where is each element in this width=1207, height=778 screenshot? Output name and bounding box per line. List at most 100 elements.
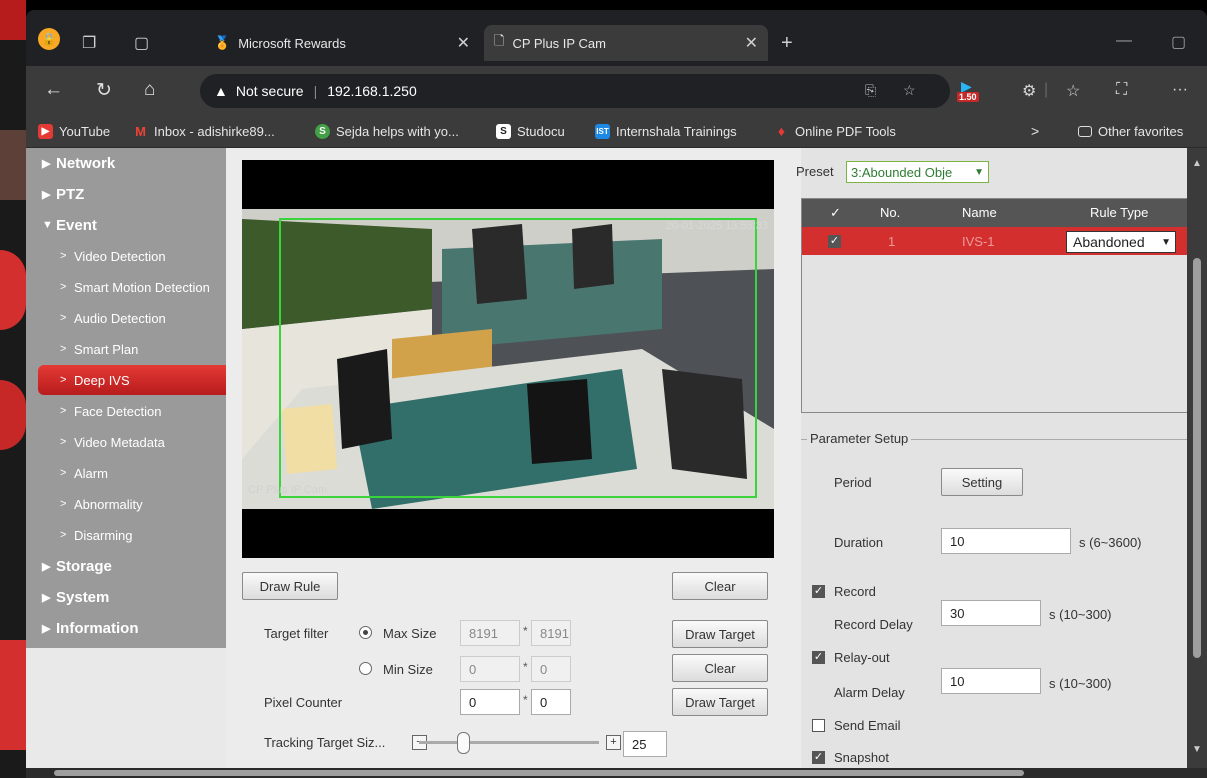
video-preview[interactable]: 20-01-2025 13:55:33 CP Plus IP Cam <box>242 160 774 558</box>
other-favorites[interactable]: Other favorites <box>1078 124 1183 139</box>
tracking-slider-track[interactable] <box>419 741 599 744</box>
sidebar-item-event[interactable]: ▼ Event <box>26 210 226 240</box>
fav-online-pdf[interactable]: ♦ Online PDF Tools <box>774 124 896 140</box>
sidebar-item-storage[interactable]: ▶ Storage <box>26 551 226 581</box>
relay-out-checkbox[interactable]: ✓ <box>812 651 825 664</box>
sidebar-item-audio-detection[interactable]: > Audio Detection <box>26 303 226 333</box>
chevron-down-icon: ▼ <box>974 166 984 178</box>
min-width-field[interactable]: 0 <box>460 656 520 682</box>
min-height-field[interactable]: 0 <box>531 656 571 682</box>
min-size-radio[interactable] <box>359 662 372 675</box>
fav-internshala[interactable]: IST Internshala Trainings <box>595 124 737 139</box>
max-width-field[interactable]: 8191 <box>460 620 520 646</box>
sidebar-item-label: Deep IVS <box>74 372 130 388</box>
sidebar-item-abnormality[interactable]: > Abnormality <box>26 489 226 519</box>
tab-cp-plus-ip-cam[interactable]: 🗋 CP Plus IP Cam ✕ <box>484 25 768 61</box>
sidebar-item-smart-motion-detection[interactable]: > Smart Motion Detection <box>26 272 226 302</box>
max-size-radio[interactable] <box>359 626 372 639</box>
fav-youtube[interactable]: ▶ YouTube <box>38 124 110 139</box>
new-tab-icon[interactable]: + <box>781 32 793 55</box>
clear-target-button[interactable]: Clear <box>672 654 768 682</box>
favorites-icon[interactable]: ☆ <box>1066 81 1080 101</box>
url-field[interactable]: ▲ Not secure | 192.168.1.250 ⎘ ☆ <box>200 74 950 108</box>
rule-type-select[interactable]: Abandoned ▼ <box>1066 231 1176 253</box>
sidebar-item-system[interactable]: ▶ System <box>26 582 226 612</box>
row-no: 1 <box>888 234 896 249</box>
pixel-width-field[interactable]: 0 <box>460 689 520 715</box>
workspaces-icon[interactable]: ❐ <box>82 33 96 53</box>
close-icon[interactable]: ✕ <box>745 33 758 53</box>
scroll-up-icon[interactable]: ▲ <box>1192 158 1202 169</box>
sidebar-item-network[interactable]: ▶ Network <box>26 148 226 178</box>
tab-strip: 🔒 ❐ ▢ 🏅 Microsoft Rewards ✕ 🗋 CP Plus IP… <box>26 10 1207 66</box>
favorite-star-icon[interactable]: ☆ <box>903 82 916 99</box>
page-content: ▶ Network ▶ PTZ ▼ Event > Video Detection > Smart… <box>26 148 1192 768</box>
url-text[interactable]: 192.168.1.250 <box>327 83 417 99</box>
sejda-icon: S <box>315 124 330 139</box>
sidebar-item-label: Network <box>56 154 116 172</box>
slider-increase-button[interactable]: + <box>606 735 621 750</box>
sidebar-item-alarm[interactable]: > Alarm <box>26 458 226 488</box>
sidebar-item-information[interactable]: ▶ Information <box>26 613 226 643</box>
select-all-checkbox[interactable]: ✓ <box>830 205 841 221</box>
scrollbar-thumb[interactable] <box>1193 258 1201 658</box>
minimize-icon[interactable]: — <box>1116 32 1132 50</box>
draw-rule-button[interactable]: Draw Rule <box>242 572 338 600</box>
draw-target-button[interactable]: Draw Target <box>672 620 768 648</box>
sidebar-item-deep-ivs[interactable]: > Deep IVS <box>38 365 228 395</box>
duration-field[interactable]: 10 <box>941 528 1071 554</box>
chevron-down-icon: ▼ <box>1161 236 1171 248</box>
chevron-right-icon[interactable]: > <box>1031 123 1039 139</box>
record-delay-field[interactable]: 30 <box>941 600 1041 626</box>
tab-microsoft-rewards[interactable]: 🏅 Microsoft Rewards ✕ <box>204 25 480 61</box>
scrollbar-thumb[interactable] <box>54 770 1024 776</box>
read-aloud-icon[interactable]: ⎘ <box>865 82 876 99</box>
max-height-field[interactable]: 8191 <box>531 620 571 646</box>
table-row[interactable]: ✓ 1 IVS-1 Abandoned ▼ <box>802 227 1192 255</box>
sidebar-item-face-detection[interactable]: > Face Detection <box>26 396 226 426</box>
sidebar-item-video-metadata[interactable]: > Video Metadata <box>26 427 226 457</box>
caret-right-icon: ▶ <box>42 591 51 604</box>
draw-target-button-2[interactable]: Draw Target <box>672 688 768 716</box>
vertical-scrollbar[interactable]: ▲ ▼ <box>1187 148 1207 768</box>
preset-select[interactable]: 3:Abounded Obje ▼ <box>846 161 989 183</box>
screenshot-icon[interactable]: ⛶ <box>1116 81 1127 99</box>
send-email-checkbox[interactable] <box>812 719 825 732</box>
fav-inbox[interactable]: M Inbox - adishirke89... <box>133 124 275 139</box>
record-checkbox[interactable]: ✓ <box>812 585 825 598</box>
alarm-delay-label: Alarm Delay <box>834 685 905 700</box>
alarm-delay-field[interactable]: 10 <box>941 668 1041 694</box>
extensions-icon[interactable]: ⚙ <box>1022 81 1036 101</box>
times-sign: * <box>523 660 528 674</box>
sidebar-item-ptz[interactable]: ▶ PTZ <box>26 179 226 209</box>
rule-type-value: Abandoned <box>1073 234 1145 250</box>
back-icon[interactable]: ← <box>44 79 63 101</box>
caret-right-icon: ▶ <box>42 188 51 201</box>
scroll-down-icon[interactable]: ▼ <box>1192 744 1202 755</box>
horizontal-scrollbar[interactable] <box>26 768 1207 778</box>
profile-icon[interactable]: 🔒 <box>38 28 60 50</box>
home-icon[interactable]: ⌂ <box>144 79 155 101</box>
fav-studocu[interactable]: S Studocu <box>496 124 565 139</box>
tracking-value-field[interactable]: 25 <box>623 731 667 757</box>
setting-button[interactable]: Setting <box>941 468 1023 496</box>
folder-icon <box>1078 126 1092 137</box>
sidebar-item-disarming[interactable]: > Disarming <box>26 520 226 550</box>
refresh-icon[interactable]: ↻ <box>96 79 112 102</box>
snapshot-checkbox[interactable]: ✓ <box>812 751 825 764</box>
security-label[interactable]: Not secure <box>236 83 304 99</box>
max-size-label: Max Size <box>383 626 437 641</box>
tracking-target-label: Tracking Target Siz... <box>264 735 386 750</box>
clear-rule-button[interactable]: Clear <box>672 572 768 600</box>
sidebar-item-video-detection[interactable]: > Video Detection <box>26 241 226 271</box>
more-icon[interactable]: ··· <box>1172 81 1188 99</box>
tab-actions-icon[interactable]: ▢ <box>134 33 149 53</box>
row-checkbox[interactable]: ✓ <box>828 235 841 248</box>
pixel-height-field[interactable]: 0 <box>531 689 571 715</box>
maximize-icon[interactable]: ▢ <box>1171 32 1186 52</box>
close-icon[interactable]: ✕ <box>457 33 470 53</box>
sidebar-item-smart-plan[interactable]: > Smart Plan <box>26 334 226 364</box>
extension-icon[interactable]: ▶ 1.50 <box>955 78 983 104</box>
tracking-slider-thumb[interactable] <box>457 732 470 754</box>
fav-sejda[interactable]: S Sejda helps with yo... <box>315 124 459 139</box>
